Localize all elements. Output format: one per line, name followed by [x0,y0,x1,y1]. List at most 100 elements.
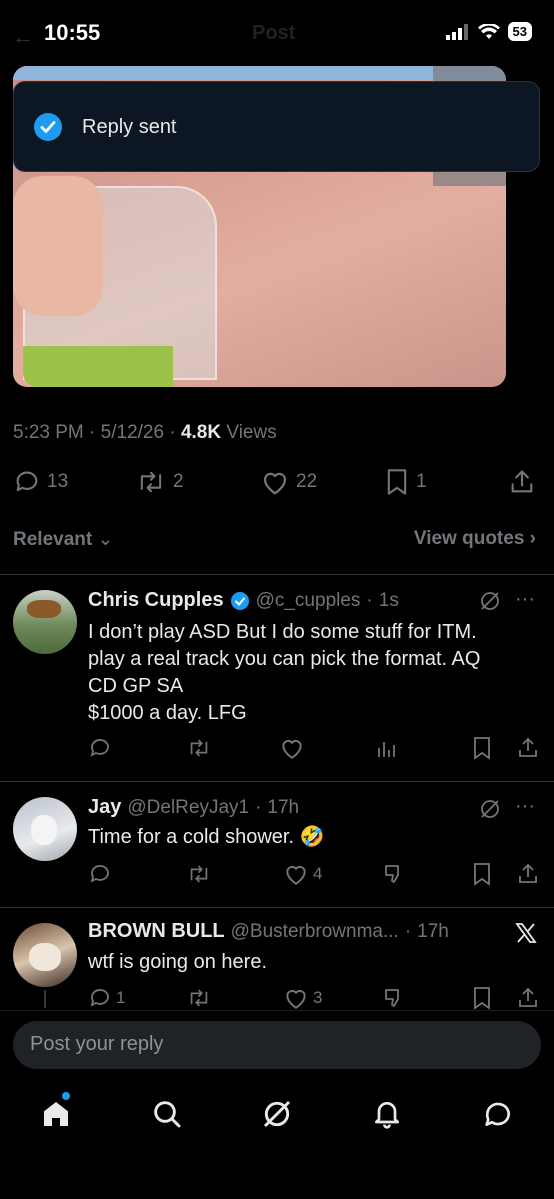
author-name[interactable]: BROWN BULL [88,920,225,943]
grok-icon [263,1100,291,1128]
status-indicators: 53 [445,22,532,41]
reply-text-content: Time for a cold shower. [88,826,295,848]
bookmark-count: 1 [416,471,427,492]
nav-home[interactable] [40,1092,72,1135]
reply-count: 13 [47,471,69,492]
repost-button[interactable]: 2 [135,468,184,496]
view-quotes-link[interactable]: View quotes › [414,528,536,550]
separator-dot: · [366,589,373,611]
avatar[interactable] [13,590,77,654]
bar-chart-icon [378,742,395,757]
repost-count: 2 [173,471,184,492]
more-options-icon[interactable]: ··· [515,588,535,611]
grok-icon[interactable] [478,589,502,613]
chevron-right-icon: › [529,528,536,549]
reply-time: 17h [267,796,300,818]
share-button[interactable] [516,736,540,760]
heart-icon [286,990,306,1009]
heart-icon [282,740,302,759]
laughing-emoji: 🤣 [299,826,325,848]
reply-input-placeholder[interactable]: Post your reply [30,1033,163,1056]
divider [0,907,554,908]
downvote-button[interactable] [382,986,406,1010]
like-button[interactable]: 22 [260,468,317,496]
reply-icon [90,865,109,883]
search-icon [154,1101,181,1128]
bookmark-icon [474,987,490,1010]
reply-time: 17h [417,920,449,942]
author-handle[interactable]: @DelReyJay1 [127,797,249,819]
nav-messages[interactable] [482,1098,514,1135]
chat-bubble-icon [485,1102,510,1126]
author-handle[interactable]: @Busterbrownma... [231,921,399,943]
reply-text: Time for a cold shower. 🤣 [88,824,324,851]
share-button[interactable] [516,862,540,886]
nav-grok[interactable] [261,1098,293,1135]
signal-icon [445,23,468,40]
reply-header: BROWN BULL @Busterbrownma... · 17h [88,920,449,943]
author-handle[interactable]: @c_cupples [256,590,361,612]
author-name[interactable]: Jay [88,796,121,819]
nav-notifications[interactable] [371,1098,403,1135]
divider [0,781,554,782]
grok-icon[interactable] [478,797,502,821]
bookmark-button[interactable]: 1 [384,468,427,496]
reply-button[interactable]: 13 [13,468,68,496]
downvote-button[interactable] [382,862,406,886]
battery-indicator: 53 [507,22,532,41]
repost-button[interactable] [186,986,212,1010]
bell-icon [375,1102,399,1129]
post-meta: 5:23 PM · 5/12/26 · 4.8K Views [13,422,277,443]
bookmark-button[interactable] [471,736,493,760]
divider [0,1010,554,1011]
wifi-icon [477,23,500,39]
share-button[interactable] [516,986,540,1010]
separator-dot: · [404,920,412,942]
sort-dropdown[interactable]: Relevant ⌄ [13,528,113,551]
post-date: 5/12/26 [100,422,165,443]
header-title: Post [252,22,296,44]
bookmark-button[interactable] [471,862,493,886]
divider [0,574,554,575]
views-button[interactable] [376,736,398,760]
views-count: 4.8K [180,422,222,443]
repost-button[interactable] [186,736,212,760]
like-button[interactable] [279,736,305,760]
share-icon [519,987,537,1007]
reply-count: 1 [116,988,126,1007]
repost-icon [140,471,162,493]
reply-button[interactable]: 1 [88,986,125,1010]
verified-badge-icon [230,591,249,610]
like-count: 3 [313,988,323,1007]
nav-search[interactable] [151,1098,183,1135]
author-name[interactable]: Chris Cupples [88,589,224,612]
bookmark-icon [387,469,407,495]
more-options-icon[interactable]: ··· [515,795,535,818]
reply-button[interactable] [88,736,112,760]
repost-icon [190,739,208,757]
chevron-down-icon: ⌄ [97,529,114,550]
reply-text: I don’t play ASD But I do some stuff for… [88,621,481,724]
bookmark-button[interactable] [471,986,493,1010]
views-label[interactable]: Views [226,422,276,443]
repost-button[interactable] [186,862,212,886]
share-button[interactable] [508,468,536,496]
repost-icon [190,865,208,883]
home-icon [44,1102,68,1126]
avatar[interactable] [13,797,77,861]
reply-text: wtf is going on here. [88,951,267,973]
post-time: 5:23 PM [13,422,84,443]
back-arrow-icon[interactable]: ← [12,24,34,50]
reply-time: 1s [378,589,399,611]
thumbs-down-icon [385,989,399,1007]
reply-button[interactable] [88,862,112,886]
bookmark-icon [474,737,490,760]
reply-icon [90,989,109,1007]
avatar[interactable] [13,923,77,987]
like-button[interactable]: 4 [283,862,322,886]
x-logo-icon [515,923,537,943]
repost-icon [190,989,208,1007]
thumbs-down-icon [385,865,399,883]
notification-dot [62,1092,70,1100]
like-button[interactable]: 3 [283,986,322,1010]
